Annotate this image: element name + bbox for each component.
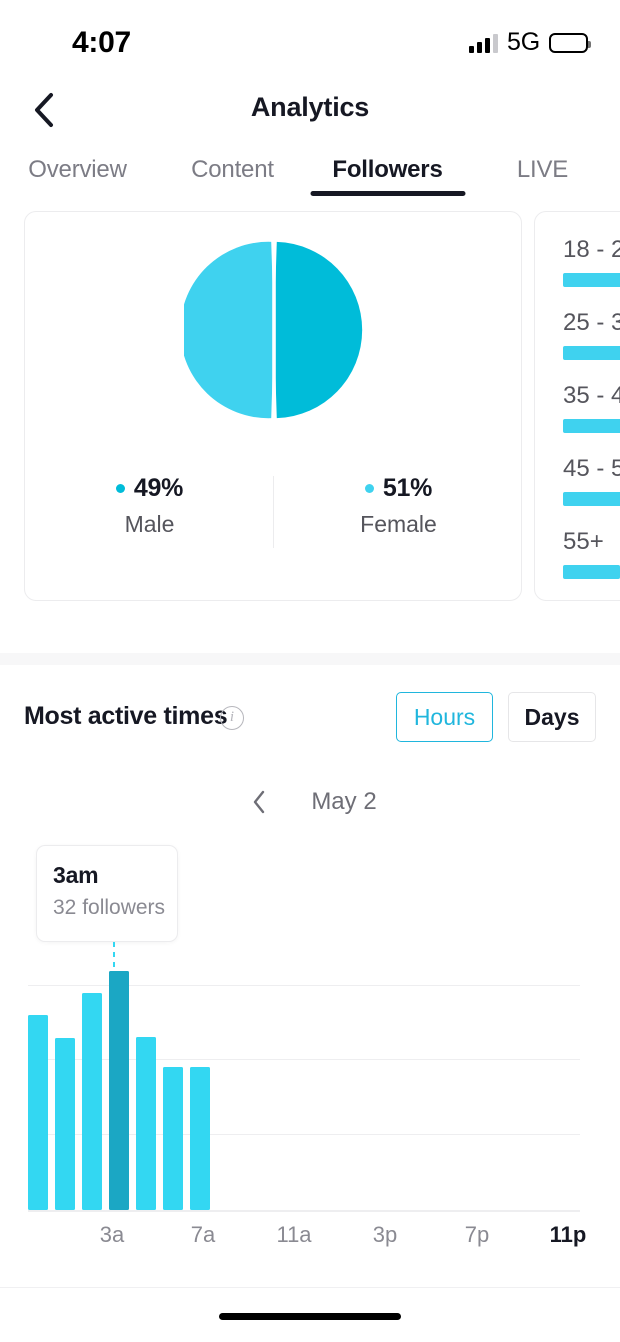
chart-tooltip: 3am 32 followers <box>36 845 178 942</box>
bar-1am[interactable] <box>55 1038 75 1210</box>
age-label: 25 - 3 <box>563 309 620 336</box>
info-icon[interactable]: i <box>220 706 244 730</box>
tab-bar: Overview Content Followers LIVE <box>0 152 620 208</box>
bar-3am-selected[interactable] <box>109 971 129 1210</box>
tab-live[interactable]: LIVE <box>465 152 620 184</box>
chart-x-axis: 3a 7a 11a 3p 7p 11p <box>0 1222 620 1256</box>
age-fill <box>563 346 620 360</box>
chevron-left-icon <box>254 790 265 814</box>
age-bar-list: 18 - 2 25 - 3 35 - 4 45 - 5 55+ <box>563 236 620 601</box>
legend-item-male: 49% Male <box>25 474 274 552</box>
date-navigator: May 2 <box>0 782 620 822</box>
tooltip-subtitle: 32 followers <box>53 896 166 919</box>
bar-12am[interactable] <box>28 1015 48 1210</box>
gender-legend: 49% Male 51% Female <box>25 474 523 552</box>
tooltip-title: 3am <box>53 862 99 888</box>
status-time: 4:07 <box>72 26 131 59</box>
age-fill <box>563 492 620 506</box>
age-fill <box>563 419 620 433</box>
status-indicators: 5G <box>469 28 591 57</box>
tab-label: Overview <box>28 156 127 183</box>
home-indicator[interactable] <box>219 1313 401 1320</box>
bottom-divider <box>0 1287 620 1288</box>
active-tab-indicator <box>310 191 465 196</box>
age-row: 45 - 5 <box>563 455 620 506</box>
legend-dot-female <box>364 484 374 493</box>
segment-hours[interactable]: Hours <box>396 692 493 742</box>
age-row: 35 - 4 <box>563 382 620 433</box>
age-track <box>563 273 620 287</box>
section-divider <box>0 653 620 665</box>
legend-value-wrap: 49% <box>115 474 184 503</box>
tooltip-connector-line <box>113 942 115 972</box>
age-track <box>563 492 620 506</box>
bar-2am[interactable] <box>82 993 102 1210</box>
nav-bar: Analytics <box>0 76 620 146</box>
pie-slice-female <box>184 241 274 419</box>
age-fill <box>563 273 620 287</box>
x-tick-7p: 7p <box>464 1222 490 1247</box>
age-label: 45 - 5 <box>563 455 620 482</box>
age-row: 18 - 2 <box>563 236 620 287</box>
x-tick-11a: 11a <box>276 1222 312 1247</box>
tab-label: Content <box>191 156 274 183</box>
section-title: Most active times <box>24 702 228 730</box>
bar-4am[interactable] <box>136 1037 156 1210</box>
female-label: Female <box>360 511 437 537</box>
x-tick-3p: 3p <box>372 1222 398 1247</box>
pie-slice-male <box>274 241 363 419</box>
age-label: 18 - 2 <box>563 236 620 263</box>
age-label: 55+ <box>563 528 604 555</box>
pie-svg <box>184 241 363 419</box>
age-row: 25 - 3 <box>563 309 620 360</box>
age-track <box>563 565 620 579</box>
age-card: 18 - 2 25 - 3 35 - 4 45 - 5 55+ <box>534 211 620 601</box>
most-active-times-chart[interactable]: 3am 32 followers 3a 7a 11a 3p 7p 11p <box>0 840 620 1260</box>
segment-days[interactable]: Days <box>508 692 596 742</box>
age-label: 35 - 4 <box>563 382 620 409</box>
demographics-carousel[interactable]: 49% Male 51% Female 18 - 2 25 - 3 35 - 4… <box>0 211 620 603</box>
bar-5am[interactable] <box>163 1067 183 1210</box>
tab-content[interactable]: Content <box>155 152 310 184</box>
segment-label: Days <box>524 703 580 730</box>
tab-label: LIVE <box>516 156 569 183</box>
male-label: Male <box>124 511 175 537</box>
most-active-times-header: Most active times i Hours Days <box>0 690 620 746</box>
tab-overview[interactable]: Overview <box>0 152 155 184</box>
cellular-signal-icon <box>469 33 499 53</box>
female-percentage: 51% <box>382 474 433 502</box>
previous-date-button[interactable] <box>243 786 275 818</box>
x-tick-11p: 11p <box>549 1222 587 1247</box>
phone-screen: 4:07 5G Analytics Overview Content Follo… <box>0 0 620 1342</box>
gender-pie-chart <box>25 240 523 436</box>
chart-baseline <box>28 1210 580 1212</box>
legend-dot-male <box>115 484 125 493</box>
tab-label: Followers <box>332 156 443 183</box>
age-track <box>563 346 620 360</box>
x-tick-3a: 3a <box>99 1222 125 1247</box>
gender-card: 49% Male 51% Female <box>24 211 522 601</box>
battery-icon <box>549 32 591 53</box>
current-date-label: May 2 <box>311 788 377 815</box>
legend-value-wrap: 51% <box>364 474 433 503</box>
male-percentage: 49% <box>133 474 184 502</box>
status-bar: 4:07 5G <box>0 0 620 72</box>
legend-item-female: 51% Female <box>274 474 523 552</box>
age-row: 55+ <box>563 528 620 579</box>
age-track <box>563 419 620 433</box>
network-label: 5G <box>507 28 540 56</box>
x-tick-7a: 7a <box>190 1222 216 1247</box>
age-fill <box>563 565 620 579</box>
bar-6am[interactable] <box>190 1067 210 1210</box>
segment-label: Hours <box>413 703 476 730</box>
tab-followers[interactable]: Followers <box>310 152 465 196</box>
page-title: Analytics <box>250 92 370 122</box>
